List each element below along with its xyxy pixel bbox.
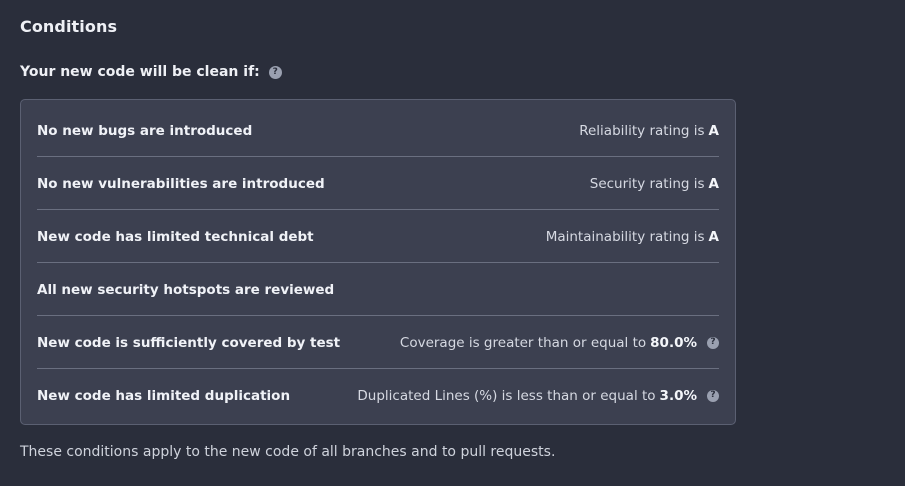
conditions-list: No new bugs are introduced Reliability r…: [20, 99, 736, 425]
condition-threshold: A: [708, 228, 719, 245]
condition-label: No new vulnerabilities are introduced: [37, 175, 325, 192]
condition-row-bugs: No new bugs are introduced Reliability r…: [37, 104, 719, 157]
condition-value: Maintainability rating is A: [546, 229, 719, 245]
condition-row-coverage: New code is sufficiently covered by test…: [37, 316, 719, 369]
condition-value: Reliability rating is A: [579, 123, 719, 139]
condition-value-text: Security rating is: [589, 175, 705, 192]
condition-value: Security rating is A: [590, 176, 719, 192]
condition-threshold: 80.0%: [650, 334, 697, 351]
quality-gate-conditions-page: Conditions Your new code will be clean i…: [0, 0, 905, 486]
condition-label: New code has limited duplication: [37, 387, 291, 404]
condition-value-text: Duplicated Lines (%) is less than or equ…: [357, 387, 656, 404]
condition-threshold: A: [708, 122, 719, 139]
condition-label: New code has limited technical debt: [37, 228, 314, 245]
section-title: Conditions: [20, 17, 118, 36]
question-circle-icon[interactable]: ?: [707, 389, 719, 402]
condition-value-text: Maintainability rating is: [545, 228, 705, 245]
subheading-text: Your new code will be clean if:: [20, 64, 260, 80]
conditions-footer-note: These conditions apply to the new code o…: [20, 444, 556, 460]
clean-code-subheading: Your new code will be clean if: ?: [20, 64, 282, 80]
condition-value-text: Coverage is greater than or equal to: [399, 334, 647, 351]
condition-label: No new bugs are introduced: [37, 122, 253, 139]
condition-row-technical-debt: New code has limited technical debt Main…: [37, 210, 719, 263]
condition-label: All new security hotspots are reviewed: [37, 281, 335, 298]
condition-threshold: 3.0%: [659, 387, 697, 404]
condition-label: New code is sufficiently covered by test: [37, 334, 341, 351]
condition-row-duplication: New code has limited duplication Duplica…: [37, 369, 719, 422]
question-circle-icon[interactable]: ?: [707, 336, 719, 349]
condition-value: Coverage is greater than or equal to 80.…: [400, 335, 719, 351]
condition-row-vulnerabilities: No new vulnerabilities are introduced Se…: [37, 157, 719, 210]
condition-value: Duplicated Lines (%) is less than or equ…: [357, 388, 719, 404]
condition-threshold: A: [708, 175, 719, 192]
condition-value-text: Reliability rating is: [579, 122, 705, 139]
condition-row-security-hotspots: All new security hotspots are reviewed: [37, 263, 719, 316]
question-circle-icon[interactable]: ?: [268, 65, 282, 79]
